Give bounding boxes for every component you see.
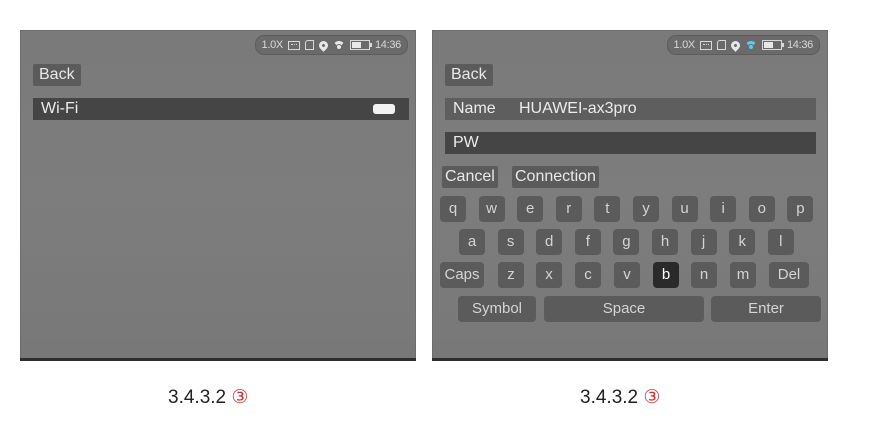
- key-caps[interactable]: Caps: [440, 262, 484, 288]
- screen-bottom-edge: [20, 358, 416, 361]
- figure-caption-right: 3.4.3.2 ③: [580, 386, 660, 409]
- battery-icon: [349, 40, 372, 50]
- status-bar: 1.0X 14:36: [666, 35, 820, 55]
- screen-bottom-edge: [432, 358, 828, 361]
- key-a[interactable]: a: [459, 229, 485, 255]
- caption-text: 3.4.3.2: [168, 387, 227, 408]
- connection-button[interactable]: Connection: [512, 166, 599, 188]
- key-n[interactable]: n: [691, 262, 717, 288]
- key-t[interactable]: t: [594, 196, 621, 222]
- key-s[interactable]: s: [497, 229, 524, 255]
- back-button[interactable]: Back: [33, 64, 81, 86]
- battery-icon: [761, 40, 784, 50]
- key-v[interactable]: v: [614, 262, 640, 288]
- location-icon: [729, 38, 742, 52]
- wifi-password-screen: 1.0X 14:36 Back Name HUAWEI-ax3pro PW Can…: [432, 30, 828, 361]
- pw-label: PW: [453, 134, 479, 151]
- clock: 14:36: [374, 39, 401, 51]
- image-mode-icon: [699, 40, 712, 50]
- key-p[interactable]: p: [787, 196, 814, 222]
- wifi-toggle[interactable]: [373, 104, 395, 114]
- key-symbol[interactable]: Symbol: [458, 296, 536, 322]
- key-f[interactable]: f: [574, 229, 601, 255]
- key-l[interactable]: l: [767, 229, 794, 255]
- key-y[interactable]: y: [633, 196, 659, 222]
- wifi-label: Wi-Fi: [41, 100, 79, 117]
- zoom-level: 1.0X: [261, 39, 284, 51]
- key-w[interactable]: w: [478, 196, 505, 222]
- wifi-icon: [333, 40, 345, 50]
- key-del[interactable]: Del: [769, 262, 809, 288]
- key-u[interactable]: u: [671, 196, 698, 222]
- zoom-level: 1.0X: [673, 39, 696, 51]
- key-h[interactable]: h: [652, 229, 678, 255]
- wifi-settings-screen: 1.0X 14:36 Back Wi-Fi: [20, 30, 416, 361]
- key-enter[interactable]: Enter: [711, 296, 821, 322]
- status-bar: 1.0X 14:36: [254, 35, 408, 55]
- network-name-value: HUAWEI-ax3pro: [519, 100, 637, 117]
- key-space[interactable]: Space: [544, 296, 704, 322]
- key-e[interactable]: e: [517, 196, 544, 222]
- caption-marker: ③: [643, 387, 661, 408]
- key-g[interactable]: g: [613, 229, 640, 255]
- location-icon: [317, 38, 330, 52]
- wifi-connected-icon: [745, 40, 757, 50]
- key-r[interactable]: r: [555, 196, 582, 222]
- wifi-setting-row[interactable]: Wi-Fi: [33, 98, 409, 120]
- sd-card-icon: [716, 40, 726, 50]
- back-button[interactable]: Back: [445, 64, 493, 86]
- password-field[interactable]: PW: [445, 132, 816, 154]
- key-z[interactable]: z: [498, 262, 524, 288]
- network-name-field[interactable]: Name HUAWEI-ax3pro: [445, 98, 816, 120]
- key-b[interactable]: b: [653, 262, 679, 288]
- key-i[interactable]: i: [710, 196, 737, 222]
- sd-card-icon: [304, 40, 314, 50]
- caption-marker: ③: [231, 387, 249, 408]
- key-m[interactable]: m: [730, 262, 756, 288]
- caption-text: 3.4.3.2: [580, 387, 639, 408]
- image-mode-icon: [287, 40, 300, 50]
- name-label: Name: [453, 100, 496, 117]
- cancel-button[interactable]: Cancel: [442, 166, 498, 188]
- key-x[interactable]: x: [536, 262, 562, 288]
- key-j[interactable]: j: [690, 229, 717, 255]
- figure-caption-left: 3.4.3.2 ③: [168, 386, 248, 409]
- key-c[interactable]: c: [575, 262, 601, 288]
- clock: 14:36: [786, 39, 813, 51]
- key-q[interactable]: q: [440, 196, 466, 222]
- key-k[interactable]: k: [729, 229, 756, 255]
- key-o[interactable]: o: [748, 196, 775, 222]
- key-d[interactable]: d: [536, 229, 563, 255]
